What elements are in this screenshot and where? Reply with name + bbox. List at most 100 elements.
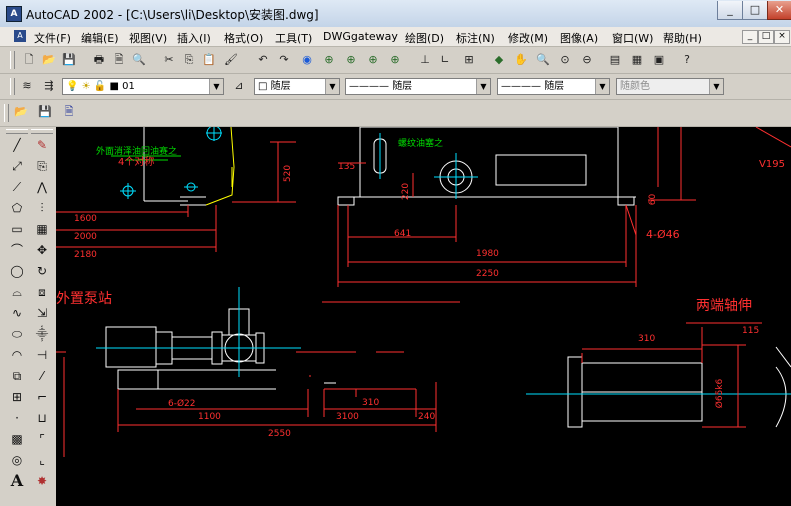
insert-block-icon[interactable]: ⧉: [6, 366, 28, 386]
web2-icon[interactable]: ⊕: [342, 51, 360, 69]
minimize-button[interactable]: _: [717, 1, 743, 20]
chevron-down-icon[interactable]: ▼: [209, 79, 223, 94]
layer-dropdown[interactable]: 💡 ☀ 🔓 ■ 01 ▼: [62, 78, 224, 95]
close-button[interactable]: ✕: [767, 1, 791, 20]
paste-icon[interactable]: 📋: [200, 51, 218, 69]
offset-icon[interactable]: ⫶: [31, 198, 53, 218]
menu-dwggateway[interactable]: DWGgateway: [323, 30, 398, 43]
rotate-icon[interactable]: ↻: [31, 261, 53, 281]
mdi-restore-button[interactable]: □: [758, 30, 774, 44]
menu-modify[interactable]: 修改(M): [508, 30, 548, 46]
text-icon[interactable]: A: [6, 471, 28, 491]
menu-edit[interactable]: 编辑(E): [81, 30, 119, 46]
erase-icon[interactable]: ✎: [31, 135, 53, 155]
ucs-icon[interactable]: ⊥: [416, 51, 434, 69]
linetype-dropdown[interactable]: ———— 随层 ▼: [345, 78, 491, 95]
web-icon[interactable]: ⊕: [320, 51, 338, 69]
color-dropdown[interactable]: □ 随层 ▼: [254, 78, 340, 95]
new-icon[interactable]: 🗋: [20, 51, 38, 69]
autocad-icon[interactable]: A: [6, 6, 22, 22]
menu-dimension[interactable]: 标注(N): [456, 30, 495, 46]
menu-tools[interactable]: 工具(T): [275, 30, 312, 46]
menu-view[interactable]: 视图(V): [129, 30, 167, 46]
mdi-minimize-button[interactable]: _: [742, 30, 758, 44]
preview-icon[interactable]: 🗎: [110, 51, 128, 69]
stretch-icon[interactable]: ⇲: [31, 303, 53, 323]
properties-icon[interactable]: ▤: [606, 51, 624, 69]
web3-icon[interactable]: ⊕: [364, 51, 382, 69]
cut-icon[interactable]: ✂: [160, 51, 178, 69]
find-icon[interactable]: 🔍: [130, 51, 148, 69]
move-icon[interactable]: ✥: [31, 240, 53, 260]
menu-draw[interactable]: 绘图(D): [405, 30, 444, 46]
make-current-icon[interactable]: ⇶: [40, 77, 58, 95]
break-point-icon[interactable]: ⁄: [31, 366, 53, 386]
toolbar-grip[interactable]: [31, 129, 53, 134]
undo-icon[interactable]: ↶: [254, 51, 272, 69]
chamfer-icon[interactable]: ⌜: [31, 429, 53, 449]
arc-icon[interactable]: ⌒: [6, 240, 28, 260]
menu-window[interactable]: 窗口(W): [612, 30, 653, 46]
dwg-open-icon[interactable]: 📂: [12, 103, 30, 121]
menu-file[interactable]: 文件(F): [34, 30, 71, 46]
menu-insert[interactable]: 插入(I): [177, 30, 211, 46]
menu-help[interactable]: 帮助(H): [663, 30, 702, 46]
gateway-icon[interactable]: ◉: [298, 51, 316, 69]
trim-icon[interactable]: ⸎: [31, 324, 53, 344]
dim-icon[interactable]: ∟: [436, 51, 454, 69]
rectangle-icon[interactable]: ▭: [6, 219, 28, 239]
toolbar-grip[interactable]: [6, 129, 28, 134]
document-icon[interactable]: A: [14, 30, 26, 42]
layer-previous-icon[interactable]: ⊿: [230, 77, 248, 95]
chevron-down-icon[interactable]: ▼: [595, 79, 609, 94]
match-icon[interactable]: 🖌: [222, 51, 240, 69]
zoom-prev-icon[interactable]: ⊖: [578, 51, 596, 69]
revcloud-icon[interactable]: ⌓: [6, 282, 28, 302]
ellipse-icon[interactable]: ⬭: [6, 324, 28, 344]
point-icon[interactable]: ·: [6, 408, 28, 428]
make-block-icon[interactable]: ⊞: [6, 387, 28, 407]
insert-icon[interactable]: ⊞: [460, 51, 478, 69]
spline-icon[interactable]: ∿: [6, 303, 28, 323]
circle-icon[interactable]: ◯: [6, 261, 28, 281]
toolbar-grip[interactable]: [10, 78, 15, 95]
design-center-icon[interactable]: ▦: [628, 51, 646, 69]
lineweight-dropdown[interactable]: ———— 随层 ▼: [497, 78, 610, 95]
zoom-window-icon[interactable]: ⊙: [556, 51, 574, 69]
fillet-icon[interactable]: ⌞: [31, 450, 53, 470]
pan-icon[interactable]: ✋: [512, 51, 530, 69]
ellipse-arc-icon[interactable]: ◠: [6, 345, 28, 365]
dwg-save-icon[interactable]: 💾: [36, 103, 54, 121]
copy-object-icon[interactable]: ⎘: [31, 156, 53, 176]
mirror-icon[interactable]: ⋀: [31, 177, 53, 197]
save-icon[interactable]: 💾: [60, 51, 78, 69]
zoom-realtime-icon[interactable]: 🔍: [534, 51, 552, 69]
toolbar-grip[interactable]: [4, 104, 9, 122]
xline-icon[interactable]: ⤢: [6, 156, 28, 176]
maximize-button[interactable]: □: [742, 1, 768, 20]
scale-icon[interactable]: ⧈: [31, 282, 53, 302]
copy-icon[interactable]: ⎘: [180, 51, 198, 69]
explode-icon[interactable]: ✸: [31, 471, 53, 491]
menu-image[interactable]: 图像(A): [560, 30, 598, 46]
render-icon[interactable]: ◆: [490, 51, 508, 69]
help-icon[interactable]: ?: [678, 51, 696, 69]
print-icon[interactable]: 🖶: [90, 51, 108, 69]
array-icon[interactable]: ▦: [31, 219, 53, 239]
line-icon[interactable]: ╱: [6, 135, 28, 155]
mdi-close-button[interactable]: ×: [774, 30, 790, 44]
redo-icon[interactable]: ↷: [275, 51, 293, 69]
toolbar-grip[interactable]: [10, 51, 15, 69]
polygon-icon[interactable]: ⬠: [6, 198, 28, 218]
break-icon[interactable]: ⌐: [31, 387, 53, 407]
open-icon[interactable]: 📂: [40, 51, 58, 69]
region-icon[interactable]: ◎: [6, 450, 28, 470]
dwg-export-icon[interactable]: 🗎: [60, 103, 78, 121]
chevron-down-icon[interactable]: ▼: [325, 79, 339, 94]
polyline-icon[interactable]: ⟋: [6, 177, 28, 197]
chevron-down-icon[interactable]: ▼: [476, 79, 490, 94]
layer-manager-icon[interactable]: ≋: [18, 77, 36, 95]
join-icon[interactable]: ⊔: [31, 408, 53, 428]
web4-icon[interactable]: ⊕: [386, 51, 404, 69]
tool-icon[interactable]: ▣: [650, 51, 668, 69]
